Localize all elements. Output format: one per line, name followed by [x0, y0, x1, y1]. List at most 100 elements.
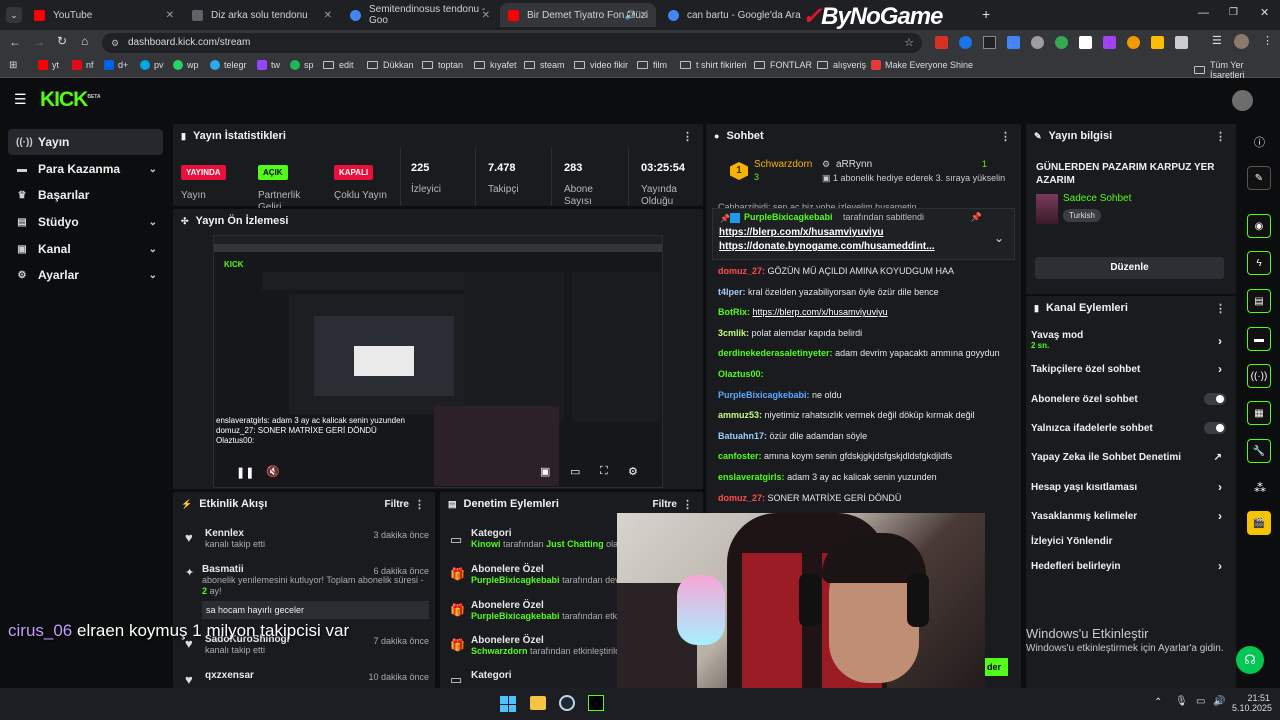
- close-icon[interactable]: ✕: [166, 10, 174, 21]
- more-vert-icon[interactable]: ⋮: [1000, 130, 1011, 143]
- edit-button[interactable]: Düzenle: [1035, 257, 1224, 279]
- extension-icon[interactable]: [1079, 36, 1092, 49]
- extension-icon[interactable]: [1055, 36, 1068, 49]
- bookmark-alisveris[interactable]: alışveriş: [817, 60, 866, 70]
- extension-icon[interactable]: [1151, 36, 1164, 49]
- chat-username[interactable]: domuz_27:: [718, 493, 765, 503]
- fullscreen-icon[interactable]: ⛶: [600, 465, 608, 478]
- tab-diz[interactable]: Diz arka solu tendonu ✕: [184, 3, 340, 27]
- tab-youtube[interactable]: YouTube ✕: [26, 3, 182, 27]
- bookmark-video-fikir[interactable]: video fikir: [574, 60, 628, 70]
- more-vert-icon[interactable]: ⋮: [682, 130, 693, 143]
- bookmark-toptan[interactable]: toptan: [422, 60, 463, 70]
- bookmark-fontlar[interactable]: FONTLAR: [754, 60, 812, 70]
- pinned-message[interactable]: 📌 PurpleBixicagkebabi tarafından sabitle…: [712, 208, 1015, 260]
- bookmark-telegr[interactable]: telegr: [210, 60, 247, 70]
- bookmark-steam[interactable]: steam: [524, 60, 565, 70]
- bookmark-dukkan[interactable]: Dükkan: [367, 60, 414, 70]
- chat-username[interactable]: enslaveratgirls:: [718, 472, 785, 482]
- extension-icon[interactable]: [1007, 36, 1020, 49]
- pause-icon[interactable]: ❚❚: [236, 466, 254, 479]
- rail-button[interactable]: ((·)): [1247, 364, 1271, 388]
- chat-username[interactable]: derdinekederasaletinyeter:: [718, 348, 833, 358]
- chat-username[interactable]: canfoster:: [718, 451, 762, 461]
- rail-button[interactable]: ▤: [1247, 289, 1271, 313]
- pip-icon[interactable]: ▣: [540, 465, 550, 478]
- action-subscribers-only[interactable]: Abonelere özel sohbet: [1031, 393, 1226, 405]
- chat-text[interactable]: https://blerp.com/x/husamviyuviyu: [753, 307, 888, 317]
- close-icon[interactable]: ✕: [324, 10, 332, 21]
- toggle-switch[interactable]: [1204, 393, 1226, 405]
- chat-username[interactable]: t4lper:: [718, 287, 746, 297]
- star-icon[interactable]: ☆: [904, 33, 914, 53]
- sidebar-item-kanal[interactable]: ▣ Kanal ⌄: [8, 236, 163, 262]
- tab-tiyatro[interactable]: Bir Demet Tiyatro Fon Müzi 🔊 ✕: [500, 3, 656, 27]
- bookmark-pv[interactable]: pv: [140, 60, 164, 70]
- window-close-icon[interactable]: ✕: [1260, 6, 1269, 19]
- rail-button[interactable]: ϟ: [1247, 251, 1271, 275]
- bookmark-sp[interactable]: sp: [290, 60, 314, 70]
- sidebar-item-studyo[interactable]: ▤ Stüdyo ⌄: [8, 209, 163, 235]
- edit-rail-button[interactable]: ✎: [1247, 166, 1271, 190]
- minimize-icon[interactable]: —: [1198, 7, 1209, 19]
- hamburger-menu-icon[interactable]: ☰: [14, 91, 27, 108]
- bookmark-tshirt[interactable]: t shirt fikirleri: [680, 60, 747, 70]
- tab-can-bartu[interactable]: can bartu - Google'da Ara: [660, 3, 810, 27]
- tray-chevron-icon[interactable]: ⌃: [1154, 697, 1162, 708]
- more-vert-icon[interactable]: ⋮: [414, 498, 425, 511]
- action-followers-only[interactable]: Takipçilere özel sohbet ›: [1031, 362, 1226, 376]
- file-explorer-icon[interactable]: [530, 696, 546, 710]
- bookmark-yt[interactable]: yt: [38, 60, 59, 70]
- network-icon[interactable]: ▭: [1196, 696, 1205, 707]
- tab-semitendinosus[interactable]: Semitendinosus tendonu - Goo ✕: [342, 3, 498, 27]
- puzzle-icon[interactable]: [1175, 36, 1188, 49]
- gear-icon[interactable]: ⚙: [628, 465, 638, 478]
- extension-icon[interactable]: [1103, 36, 1116, 49]
- sidebar-item-ayarlar[interactable]: ⚙ Ayarlar ⌄: [8, 262, 163, 288]
- filter-button[interactable]: Filtre: [653, 499, 677, 510]
- rail-button[interactable]: ▬: [1247, 327, 1271, 351]
- rail-button[interactable]: ◉: [1247, 214, 1271, 238]
- top-gifter-name[interactable]: Schwarzdorn: [754, 159, 812, 170]
- send-button[interactable]: der: [985, 658, 1008, 676]
- bookmark-nf[interactable]: nf: [72, 60, 94, 70]
- more-vert-icon[interactable]: ⋮: [1215, 302, 1226, 315]
- forward-icon[interactable]: →: [33, 35, 45, 49]
- volume-icon[interactable]: 🔊: [1213, 696, 1225, 707]
- kick-taskbar-icon[interactable]: [588, 695, 604, 711]
- bookmark-dplus[interactable]: d+: [104, 60, 128, 70]
- address-bar[interactable]: ⚙ dashboard.kick.com/stream ☆: [102, 33, 922, 53]
- back-icon[interactable]: ←: [9, 35, 21, 49]
- close-icon[interactable]: ✕: [482, 10, 490, 21]
- steam-icon[interactable]: [559, 695, 575, 711]
- chat-username[interactable]: ammuz53:: [718, 410, 762, 420]
- user-avatar[interactable]: [1232, 90, 1253, 111]
- rail-button[interactable]: 🔧: [1247, 439, 1271, 463]
- unpin-icon[interactable]: 📌: [971, 212, 982, 223]
- action-ai-moderation[interactable]: Yapay Zeka ile Sohbet Denetimi ↗: [1031, 452, 1226, 463]
- mute-icon[interactable]: 🔇: [266, 465, 280, 478]
- profile-avatar[interactable]: [1234, 34, 1249, 49]
- home-icon[interactable]: ⌂: [81, 34, 88, 48]
- new-tab-plus-icon[interactable]: +: [982, 6, 990, 22]
- action-slow-mode[interactable]: Yavaş mod 2 sn. ›: [1031, 330, 1226, 350]
- category-name[interactable]: Sadece Sohbet: [1063, 193, 1131, 204]
- reload-icon[interactable]: ↻: [57, 34, 67, 48]
- second-gifter-name[interactable]: aRRynn: [836, 159, 872, 170]
- sidebar-item-basarilar[interactable]: ♛ Başarılar: [8, 182, 163, 208]
- rail-button[interactable]: ▦: [1247, 401, 1271, 425]
- pinned-link[interactable]: https://blerp.com/x/husamviyuviyu: [719, 227, 883, 238]
- chat-username[interactable]: Olaztus00:: [718, 369, 764, 379]
- extension-icon[interactable]: [1127, 36, 1140, 49]
- more-vert-icon[interactable]: ⋮: [1262, 34, 1273, 47]
- action-account-age[interactable]: Hesap yaşı kısıtlaması ›: [1031, 480, 1226, 494]
- filter-button[interactable]: Filtre: [385, 499, 409, 510]
- mic-icon[interactable]: 🎙: [1175, 696, 1188, 707]
- speaker-icon[interactable]: 🔊: [625, 10, 636, 21]
- action-raid[interactable]: İzleyici Yönlendir: [1031, 536, 1226, 547]
- sidebar-item-para-kazanma[interactable]: ▬ Para Kazanma ⌄: [8, 156, 163, 182]
- bookmark-tw[interactable]: tw: [257, 60, 280, 70]
- bookmark-all[interactable]: Tüm Yer İşaretleri: [1194, 60, 1280, 80]
- chat-username[interactable]: domuz_27:: [718, 266, 765, 276]
- pinned-link[interactable]: https://donate.bynogame.com/husameddint.…: [719, 241, 935, 252]
